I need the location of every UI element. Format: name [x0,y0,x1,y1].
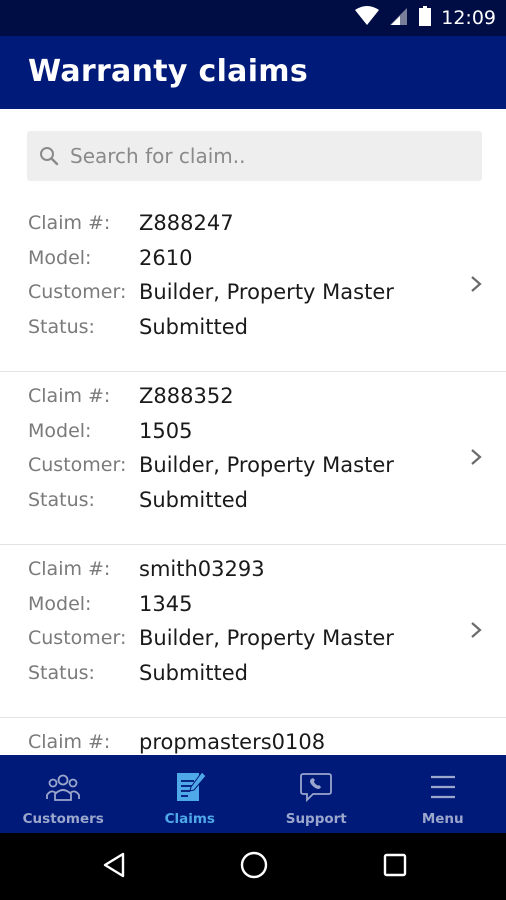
customer-value: Builder, Property Master [139,280,394,304]
claims-icon [170,769,210,805]
status-time: 12:09 [441,7,496,29]
bottom-navigation: Customers Claims Support Menu [0,755,506,833]
model-row: Model: 1345 [28,589,192,619]
model-value: 1345 [139,592,193,616]
claim-number-row: Claim #: propmasters0108 [28,727,325,755]
model-value: 2610 [139,246,193,270]
recents-square-icon [382,852,408,883]
status-label: Status: [28,662,95,684]
customer-label: Customer: [28,454,127,476]
claim-number-label: Claim #: [28,731,111,753]
customer-row: Customer: Builder, Property Master [28,623,394,653]
support-icon [296,769,336,805]
model-label: Model: [28,247,92,269]
chevron-right-icon [468,272,484,296]
nav-label-menu: Menu [421,811,464,827]
claim-number-label: Claim #: [28,385,111,407]
claim-list: Claim #: Z888247 Model: 2610 Customer: Buil… [0,199,506,755]
customer-value: Builder, Property Master [139,453,394,477]
status-value: Submitted [139,661,248,685]
battery-icon [419,5,432,31]
nav-label-support: Support [285,811,347,827]
claim-number-row: Claim #: Z888352 [28,381,234,411]
home-button[interactable] [236,849,272,885]
cellular-signal-icon [389,6,409,31]
chevron-right-icon [468,445,484,469]
claim-number-label: Claim #: [28,558,111,580]
customer-value: Builder, Property Master [139,626,394,650]
search-icon [38,145,60,167]
status-icons: 12:09 [355,0,496,36]
customers-icon [43,769,83,805]
customer-label: Customer: [28,281,127,303]
app-bar: Warranty claims [0,36,506,109]
status-label: Status: [28,489,95,511]
page-title: Warranty claims [28,54,309,89]
claim-number-row: Claim #: Z888247 [28,208,234,238]
model-row: Model: 1505 [28,416,192,446]
menu-icon [423,769,463,805]
model-label: Model: [28,593,92,615]
nav-item-customers[interactable]: Customers [0,755,127,833]
recents-button[interactable] [377,849,413,885]
model-label: Model: [28,420,92,442]
status-row: Status: Submitted [28,485,248,515]
nav-item-claims[interactable]: Claims [127,755,254,833]
claim-number-value: Z888352 [139,384,234,408]
back-triangle-icon [101,851,127,884]
status-row: Status: Submitted [28,312,248,342]
model-row: Model: 2610 [28,243,192,273]
claim-list-item[interactable]: Claim #: Z888247 Model: 2610 Customer: Buil… [0,199,506,372]
status-bar: 12:09 [0,0,506,36]
nav-item-support[interactable]: Support [253,755,380,833]
claim-number-value: smith03293 [139,557,265,581]
status-row: Status: Submitted [28,658,248,688]
wifi-icon [355,5,380,31]
claim-list-item[interactable]: Claim #: Z888352 Model: 1505 Customer: Buil… [0,372,506,545]
customer-row: Customer: Builder, Property Master [28,277,394,307]
customer-row: Customer: Builder, Property Master [28,450,394,480]
search-box[interactable] [27,131,482,181]
search-input[interactable] [70,131,482,181]
model-value: 1505 [139,419,193,443]
claims-content[interactable]: Claim #: Z888247 Model: 2610 Customer: Buil… [0,109,506,755]
nav-label-claims: Claims [164,811,215,827]
home-circle-icon [239,850,269,885]
claim-number-value: Z888247 [139,211,234,235]
customer-label: Customer: [28,627,127,649]
nav-label-customers: Customers [22,811,104,827]
claim-list-item[interactable]: Claim #: propmasters0108 [0,718,506,755]
status-value: Submitted [139,315,248,339]
claim-number-label: Claim #: [28,212,111,234]
claim-number-row: Claim #: smith03293 [28,554,265,584]
system-navigation-bar [0,833,506,900]
status-label: Status: [28,316,95,338]
chevron-right-icon [468,618,484,642]
claim-number-value: propmasters0108 [139,730,326,754]
status-value: Submitted [139,488,248,512]
claim-list-item[interactable]: Claim #: smith03293 Model: 1345 Customer: B… [0,545,506,718]
back-button[interactable] [96,849,132,885]
nav-item-menu[interactable]: Menu [380,755,506,833]
